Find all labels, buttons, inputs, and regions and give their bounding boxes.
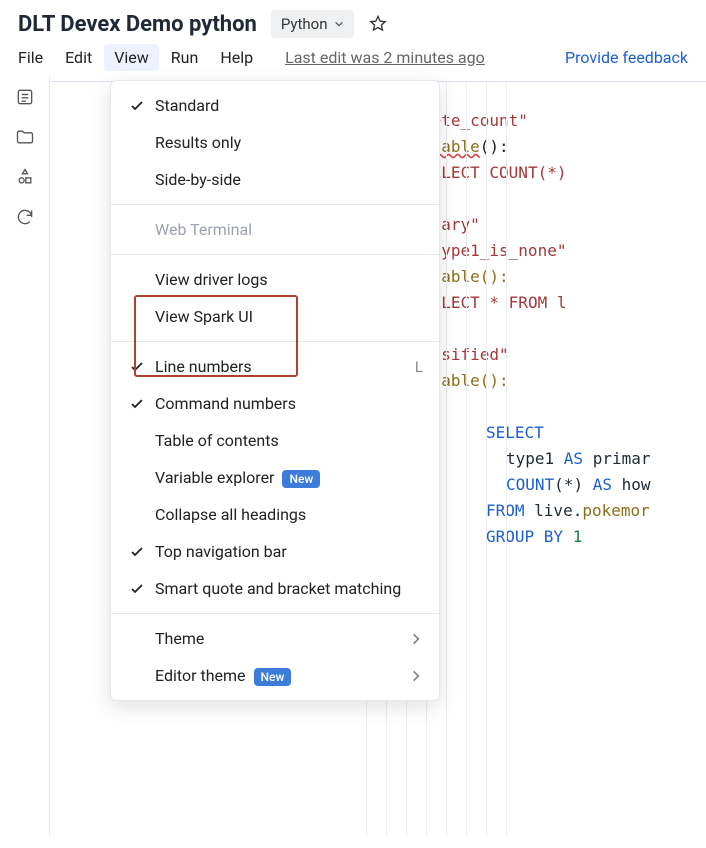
refresh-icon[interactable]	[15, 207, 35, 227]
language-label: Python	[281, 15, 328, 33]
code-token: "type1_is_none"	[422, 241, 567, 260]
check-icon	[129, 581, 155, 597]
shapes-icon[interactable]	[15, 167, 35, 187]
language-selector[interactable]: Python	[271, 10, 354, 38]
menu-help[interactable]: Help	[220, 48, 253, 67]
view-menu-dropdown: Standard Results only Side-by-side Web T…	[110, 80, 440, 701]
menu-item-label: Top navigation bar	[155, 542, 423, 561]
check-icon	[129, 98, 155, 114]
folder-icon[interactable]	[15, 127, 35, 147]
menu-item-label: Results only	[155, 133, 423, 152]
menu-item-theme[interactable]: Theme	[111, 620, 439, 657]
menu-item-label: Editor themeNew	[155, 666, 409, 685]
menu-item-label: Theme	[155, 629, 409, 648]
check-icon	[129, 396, 155, 412]
menu-item-variable-explorer[interactable]: Variable explorerNew	[111, 459, 439, 496]
chevron-right-icon	[409, 632, 423, 646]
feedback-link[interactable]: Provide feedback	[565, 48, 688, 67]
chevron-right-icon	[409, 669, 423, 683]
menu-separator	[111, 341, 439, 342]
menu-item-results-only[interactable]: Results only	[111, 124, 439, 161]
menu-item-label: Table of contents	[155, 431, 423, 450]
menu-run[interactable]: Run	[171, 48, 199, 67]
menu-file[interactable]: File	[18, 48, 43, 67]
last-edit-link[interactable]: Last edit was 2 minutes ago	[285, 48, 485, 67]
star-icon[interactable]	[368, 14, 388, 34]
menu-item-web-terminal: Web Terminal	[111, 211, 439, 248]
menu-item-editor-theme[interactable]: Editor themeNew	[111, 657, 439, 694]
menu-item-line-numbers[interactable]: Line numbers L	[111, 348, 439, 385]
toc-icon[interactable]	[15, 87, 35, 107]
menu-item-spark-ui[interactable]: View Spark UI	[111, 298, 439, 335]
menu-item-driver-logs[interactable]: View driver logs	[111, 261, 439, 298]
menu-item-standard[interactable]: Standard	[111, 87, 439, 124]
menu-item-label: Variable explorerNew	[155, 468, 423, 487]
menu-item-label: Command numbers	[155, 394, 423, 413]
menu-item-label: Web Terminal	[155, 220, 423, 239]
check-icon	[129, 544, 155, 560]
menu-item-smart-quote[interactable]: Smart quote and bracket matching	[111, 570, 439, 607]
menu-item-side-by-side[interactable]: Side-by-side	[111, 161, 439, 198]
new-badge: New	[282, 470, 320, 488]
check-icon	[129, 359, 155, 375]
menu-separator	[111, 204, 439, 205]
menubar: File Edit View Run Help Last edit was 2 …	[18, 38, 688, 77]
menu-edit[interactable]: Edit	[65, 48, 92, 67]
menu-item-toc[interactable]: Table of contents	[111, 422, 439, 459]
menu-item-label: Side-by-side	[155, 170, 423, 189]
left-rail	[0, 77, 50, 835]
notebook-title: DLT Devex Demo python	[18, 12, 257, 37]
menu-item-label: Standard	[155, 96, 423, 115]
menu-item-label: Line numbers	[155, 357, 415, 376]
chevron-down-icon	[334, 19, 344, 29]
menu-item-label: View driver logs	[155, 270, 423, 289]
new-badge: New	[254, 668, 292, 686]
menu-separator	[111, 613, 439, 614]
menu-item-collapse-headings[interactable]: Collapse all headings	[111, 496, 439, 533]
menu-view[interactable]: View	[104, 44, 159, 71]
menu-item-label: Smart quote and bracket matching	[155, 579, 423, 598]
menu-item-top-nav[interactable]: Top navigation bar	[111, 533, 439, 570]
menu-item-shortcut: L	[415, 358, 423, 376]
menu-item-command-numbers[interactable]: Command numbers	[111, 385, 439, 422]
menu-item-label: View Spark UI	[155, 307, 423, 326]
menu-separator	[111, 254, 439, 255]
menu-item-label: Collapse all headings	[155, 505, 423, 524]
